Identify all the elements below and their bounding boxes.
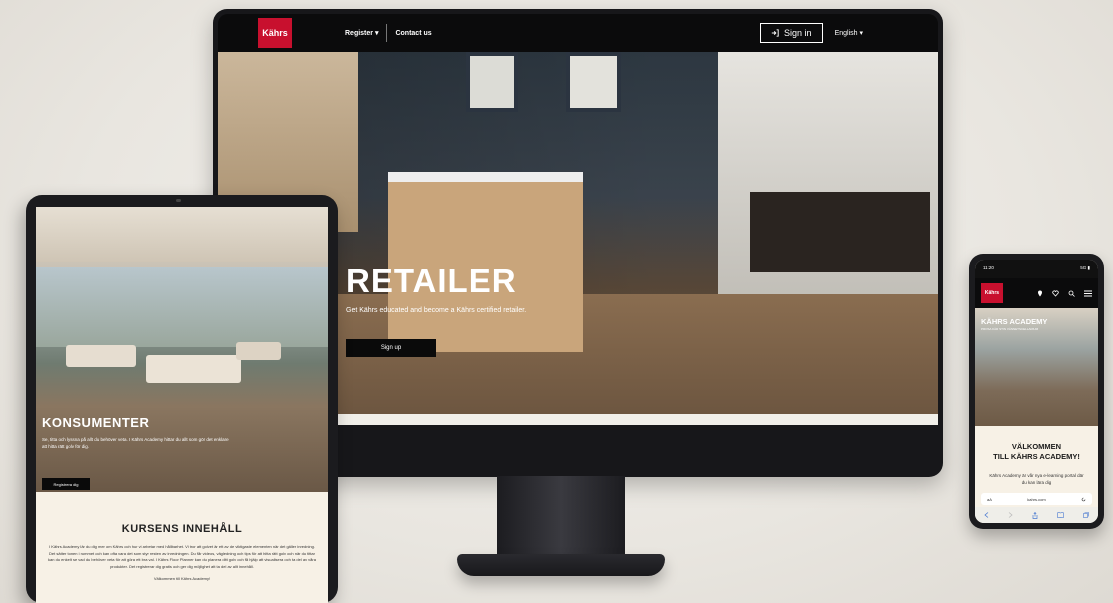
kitchen-window <box>466 52 518 112</box>
welcome-line-2: TILL KÄHRS ACADEMY! <box>993 452 1080 461</box>
welcome-line-1: VÄLKOMMEN <box>1011 442 1062 451</box>
phone-welcome-body: Kährs Academy är vår nya e-learning port… <box>989 473 1084 485</box>
sideboard <box>750 192 930 272</box>
monitor-stand <box>497 476 625 556</box>
menu-icon[interactable] <box>1084 290 1092 297</box>
tabs-icon[interactable] <box>1082 512 1089 518</box>
kitchen-window <box>566 52 621 112</box>
register-button[interactable]: Registrera dig <box>42 478 90 490</box>
course-content-section: KURSENS INNEHÅLL I Kährs Academy lär du … <box>36 507 328 581</box>
phone-hero-subtitle: PROSA KÄR STIN VÄNNETSCELLARIUM <box>981 327 1039 331</box>
phone-hero-title: KÄHRS ACADEMY <box>981 317 1048 326</box>
course-content-body: I Kährs Academy lär du dig mer om Kährs … <box>48 544 316 569</box>
sign-up-button[interactable]: Sign up <box>346 339 436 357</box>
browser-url-bar[interactable]: aA kahrs.com <box>981 493 1092 505</box>
tablet-camera <box>176 199 181 202</box>
kitchen-wall <box>718 52 938 312</box>
search-icon[interactable] <box>1068 290 1075 297</box>
language-selector[interactable]: English ▾ <box>835 29 863 37</box>
sign-in-label: Sign in <box>784 28 812 38</box>
phone-device: 11:20 5G ▮ Kährs KÄHRS ACADEMY PROSA KÄR… <box>969 254 1104 529</box>
nav-contact-link[interactable]: Contact us <box>395 30 431 37</box>
phone-nav-icons <box>1037 290 1092 297</box>
panorama-window <box>36 267 328 347</box>
share-icon[interactable] <box>1032 511 1038 519</box>
phone-navbar: Kährs <box>975 278 1098 308</box>
tablet-device: KONSUMENTER Se, titta och lyssna på allt… <box>26 195 338 603</box>
hero-title: RETAILER <box>346 262 517 299</box>
hero-subtitle: Get Kährs educated and become a Kährs ce… <box>346 307 527 314</box>
forward-icon[interactable] <box>1008 512 1013 518</box>
tablet-screen: KONSUMENTER Se, titta och lyssna på allt… <box>36 207 328 603</box>
nav-register-menu[interactable]: Register ▾ <box>345 29 378 37</box>
back-icon[interactable] <box>984 512 989 518</box>
sofa <box>236 342 281 360</box>
sofa <box>66 345 136 367</box>
bookmarks-icon[interactable] <box>1056 512 1064 518</box>
sign-in-button[interactable]: Sign in <box>760 23 823 43</box>
browser-toolbar <box>975 507 1098 523</box>
living-room-ceiling <box>36 207 328 262</box>
course-content-title: KURSENS INNEHÅLL <box>121 523 243 535</box>
status-time: 11:20 <box>983 265 994 270</box>
login-arrow-icon <box>771 29 779 37</box>
phone-screen: 11:20 5G ▮ Kährs KÄHRS ACADEMY PROSA KÄR… <box>975 260 1098 523</box>
reload-icon[interactable] <box>1081 497 1086 502</box>
tablet-hero-title: KONSUMENTER <box>42 415 150 430</box>
desktop-navbar: Kährs Register ▾ Contact us Sign in Engl… <box>218 14 938 52</box>
tablet-hero-subtitle: Se, titta och lyssna på allt du behöver … <box>42 437 229 449</box>
monitor-foot <box>457 554 665 576</box>
phone-welcome-title: VÄLKOMMEN TILL KÄHRS ACADEMY! <box>975 442 1098 462</box>
kahrs-logo[interactable]: Kährs <box>258 18 292 48</box>
status-signal: 5G ▮ <box>1080 265 1090 270</box>
url-domain: kahrs.com <box>1027 496 1046 502</box>
kahrs-logo[interactable]: Kährs <box>981 283 1003 303</box>
nav-divider <box>386 24 388 42</box>
course-content-welcome: Välkommen till Kährs Academy! <box>153 576 211 581</box>
heart-icon[interactable] <box>1052 290 1059 297</box>
sofa <box>146 355 241 383</box>
phone-status-bar: 11:20 5G ▮ <box>975 260 1098 278</box>
text-size-control[interactable]: aA <box>987 497 992 502</box>
pin-icon[interactable] <box>1037 290 1043 297</box>
